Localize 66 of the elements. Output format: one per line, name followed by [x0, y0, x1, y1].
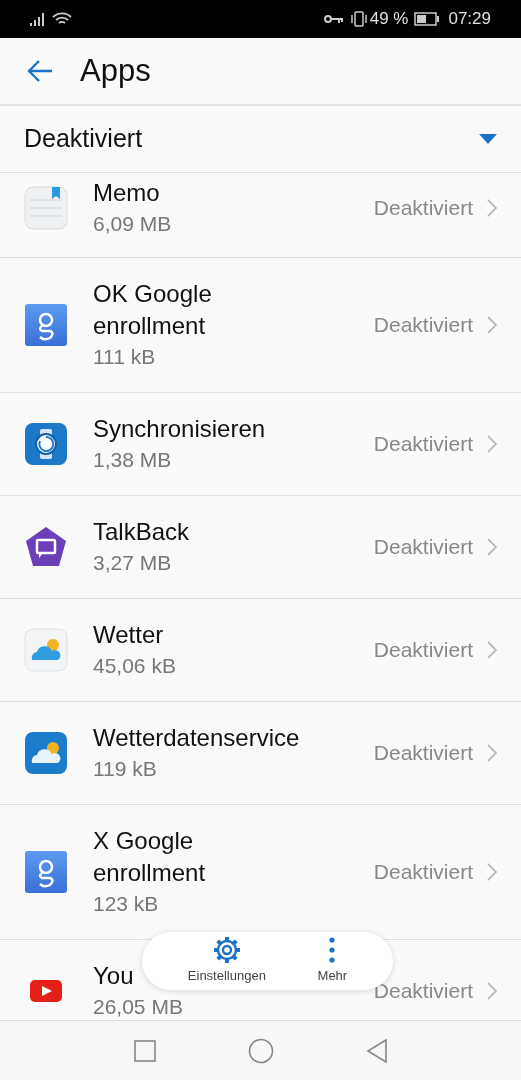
app-status: Deaktiviert: [373, 534, 473, 561]
app-status: Deaktiviert: [373, 740, 473, 767]
app-name: Synchronisieren: [93, 414, 266, 444]
app-status: Deaktiviert: [373, 978, 473, 1005]
app-status: Deaktiviert: [373, 859, 473, 886]
app-name: Wetterdatenservice: [93, 723, 300, 753]
battery-percent: 49 %: [369, 8, 409, 31]
speech-bubble-icon: [24, 525, 68, 569]
vibrate-icon: [349, 11, 368, 27]
app-row[interactable]: TalkBack 3,27 MB Deaktiviert: [0, 495, 521, 598]
chevron-right-icon: [487, 744, 497, 762]
app-row[interactable]: Memo 6,09 MB Deaktiviert: [0, 172, 521, 257]
chevron-right-icon: [487, 863, 497, 881]
weather-icon: [24, 628, 68, 672]
app-status: Deaktiviert: [373, 637, 473, 664]
chevron-right-icon: [487, 641, 497, 659]
back-nav-button[interactable]: [365, 1038, 388, 1063]
app-name: Wetter: [93, 620, 164, 650]
watch-icon: [24, 422, 68, 466]
app-row[interactable]: Wetterdatenservice 119 kB Deaktiviert: [0, 701, 521, 804]
circle-icon: [247, 1037, 274, 1064]
chevron-right-icon: [487, 316, 497, 334]
chevron-right-icon: [487, 435, 497, 453]
app-status: Deaktiviert: [373, 312, 473, 339]
app-status: Deaktiviert: [373, 195, 473, 222]
app-size: 3,27 MB: [93, 550, 172, 576]
app-size: 6,09 MB: [93, 211, 172, 237]
filter-dropdown[interactable]: Deaktiviert: [0, 106, 521, 172]
google-g-icon: [24, 303, 68, 347]
clock: 07:29: [448, 8, 491, 31]
app-size: 26,05 MB: [93, 994, 183, 1020]
app-size: 123 kB: [93, 891, 159, 917]
key-icon: [323, 14, 344, 24]
app-size: 111 kB: [93, 344, 156, 370]
app-name: X Google enrollment: [93, 826, 207, 888]
app-size: 1,38 MB: [93, 447, 172, 473]
app-name: Memo: [93, 178, 160, 208]
triangle-icon: [365, 1038, 388, 1063]
home-button[interactable]: [247, 1037, 274, 1064]
square-icon: [133, 1039, 156, 1062]
chevron-right-icon: [487, 199, 497, 217]
app-row[interactable]: Wetter 45,06 kB Deaktiviert: [0, 598, 521, 701]
battery-icon: [414, 12, 441, 26]
app-status: Deaktiviert: [373, 431, 473, 458]
notepad-icon: [24, 186, 68, 230]
more-icon: [328, 936, 337, 965]
weather-icon: [24, 731, 68, 775]
app-name: OK Google enrollment: [93, 279, 213, 341]
settings-icon: [212, 936, 241, 965]
action-button[interactable]: Einstellungen: [187, 936, 266, 986]
dropdown-caret-icon: [479, 134, 497, 144]
google-g-icon: [24, 850, 68, 894]
app-row[interactable]: OK Google enrollment 111 kB Deaktiviert: [0, 257, 521, 392]
page-title: Apps: [80, 51, 151, 90]
app-size: 119 kB: [93, 756, 157, 782]
app-name: You: [93, 961, 134, 991]
back-arrow-icon: [26, 59, 54, 83]
app-row[interactable]: Synchronisieren 1,38 MB Deaktiviert: [0, 392, 521, 495]
app-size: 45,06 kB: [93, 653, 176, 679]
action-button[interactable]: Mehr: [317, 936, 348, 986]
chevron-right-icon: [487, 982, 497, 1000]
wifi-icon: [52, 11, 72, 27]
recents-button[interactable]: [133, 1039, 156, 1062]
play-icon: [30, 980, 62, 1002]
chevron-right-icon: [487, 538, 497, 556]
app-name: TalkBack: [93, 517, 190, 547]
